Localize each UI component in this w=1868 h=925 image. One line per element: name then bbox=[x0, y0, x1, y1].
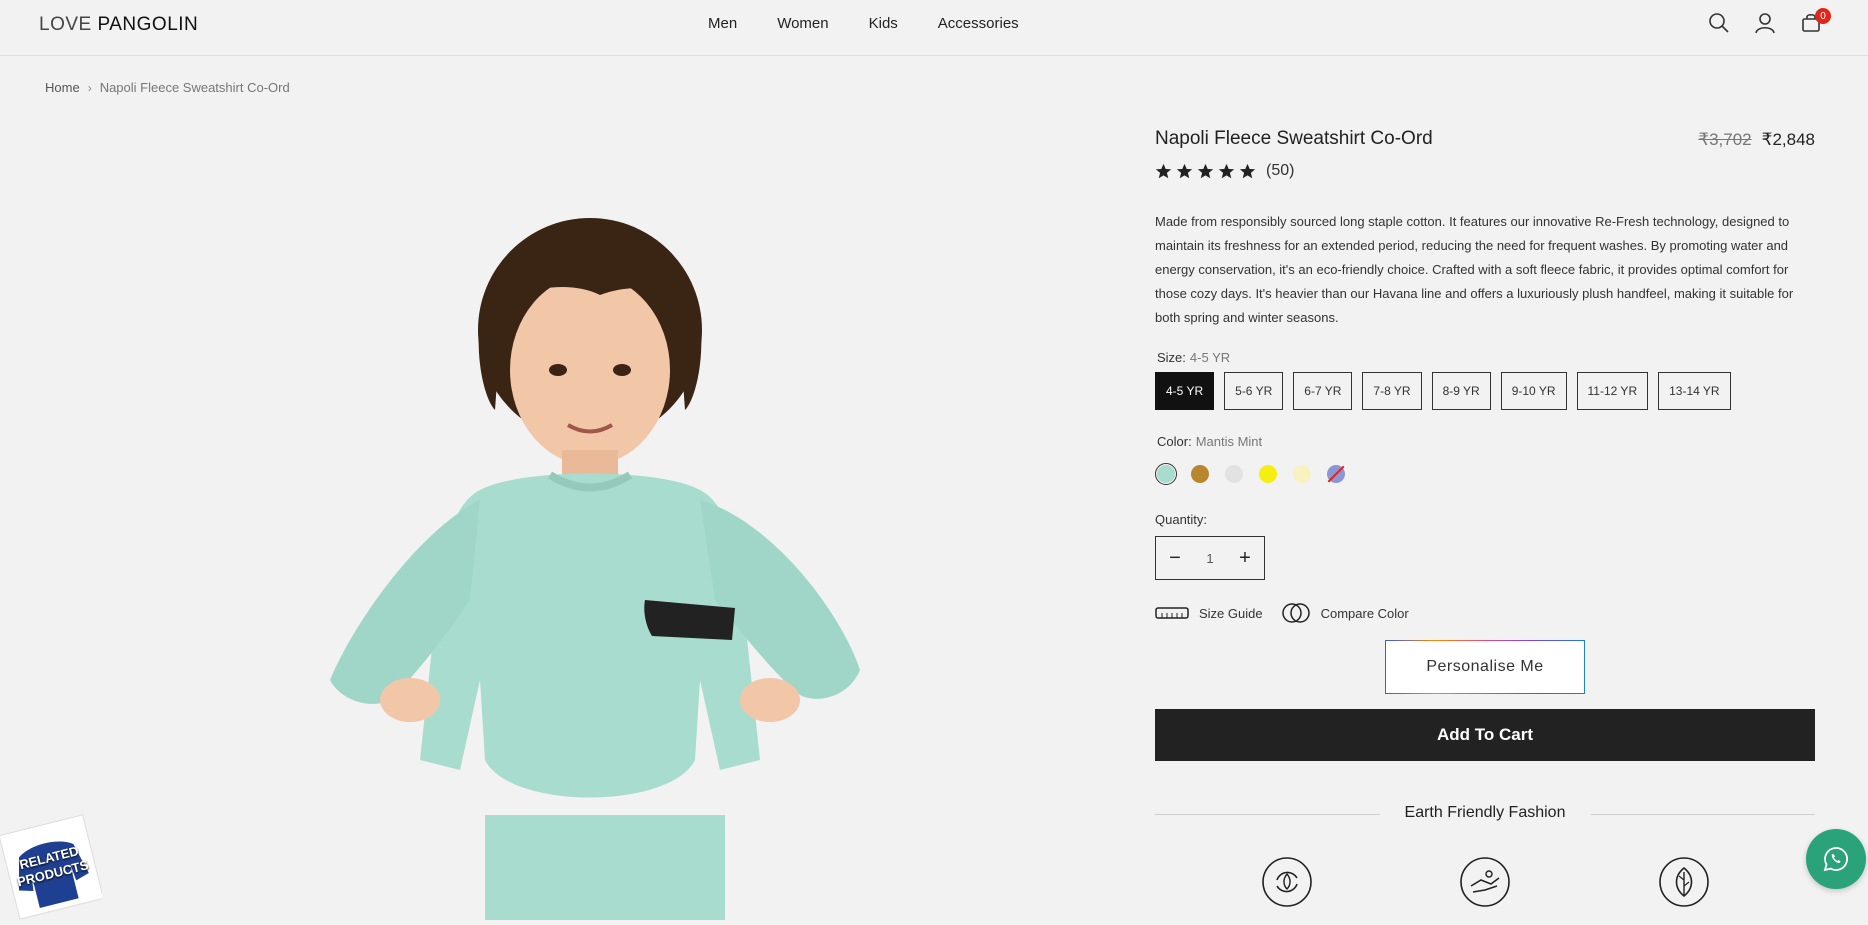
color-options bbox=[1155, 463, 1347, 485]
recycle-leaf-icon bbox=[1261, 856, 1313, 908]
product-rating[interactable]: (50) bbox=[1155, 162, 1294, 180]
compare-color-icon bbox=[1281, 603, 1310, 623]
nav-kids[interactable]: Kids bbox=[869, 15, 898, 32]
size-label-text: Size: bbox=[1157, 350, 1186, 365]
breadcrumb: Home › Napoli Fleece Sweatshirt Co-Ord bbox=[45, 80, 290, 95]
price-block: ₹3,702 ₹2,848 bbox=[1698, 130, 1815, 150]
color-swatch[interactable] bbox=[1291, 463, 1313, 485]
selected-color-value: Mantis Mint bbox=[1195, 434, 1263, 449]
size-option-6-7[interactable]: 6-7 YR bbox=[1293, 372, 1353, 410]
sale-price: ₹2,848 bbox=[1761, 130, 1815, 149]
color-label-text: Color: bbox=[1157, 434, 1192, 449]
size-guide-label: Size Guide bbox=[1199, 605, 1263, 621]
earth-friendly-text: Earth Friendly Fashion bbox=[1386, 804, 1584, 821]
hands-care-icon bbox=[1459, 856, 1511, 908]
color-swatch[interactable] bbox=[1223, 463, 1245, 485]
size-option-13-14[interactable]: 13-14 YR bbox=[1658, 372, 1731, 410]
main-nav: Men Women Kids Accessories bbox=[708, 15, 1019, 32]
nav-women[interactable]: Women bbox=[777, 15, 828, 32]
quantity-value[interactable]: 1 bbox=[1206, 551, 1213, 566]
logo-word-love: LOVE bbox=[39, 14, 92, 35]
search-icon[interactable] bbox=[1708, 12, 1734, 38]
whatsapp-icon bbox=[1823, 847, 1848, 872]
breadcrumb-home[interactable]: Home bbox=[45, 80, 80, 95]
size-options: 4-5 YR 5-6 YR 6-7 YR 7-8 YR 8-9 YR 9-10 … bbox=[1155, 372, 1731, 410]
user-icon[interactable] bbox=[1754, 12, 1780, 38]
color-swatch-mantis-mint[interactable] bbox=[1155, 463, 1177, 485]
size-option-4-5[interactable]: 4-5 YR bbox=[1155, 372, 1215, 410]
color-swatch[interactable] bbox=[1257, 463, 1279, 485]
selected-size-value: 4-5 YR bbox=[1189, 350, 1231, 365]
site-header: LOVE PANGOLIN Men Women Kids Accessories… bbox=[0, 0, 1868, 56]
earth-friendly-divider: Earth Friendly Fashion bbox=[1155, 804, 1815, 824]
whatsapp-chat-button[interactable] bbox=[1806, 829, 1866, 889]
earth-friendly-heading: Earth Friendly Fashion bbox=[1155, 804, 1815, 822]
size-guide-link[interactable]: Size Guide bbox=[1155, 606, 1263, 621]
product-title: Napoli Fleece Sweatshirt Co-Ord bbox=[1155, 128, 1433, 149]
size-option-8-9[interactable]: 8-9 YR bbox=[1431, 372, 1491, 410]
color-swatch[interactable] bbox=[1189, 463, 1211, 485]
size-option-9-10[interactable]: 9-10 YR bbox=[1500, 372, 1567, 410]
breadcrumb-current: Napoli Fleece Sweatshirt Co-Ord bbox=[99, 80, 290, 95]
star-icon bbox=[1197, 163, 1214, 178]
quantity-label: Quantity: bbox=[1155, 512, 1208, 527]
star-icon bbox=[1218, 163, 1235, 178]
star-icon bbox=[1155, 163, 1172, 178]
personalise-button[interactable]: Personalise Me bbox=[1385, 640, 1585, 694]
star-icon bbox=[1176, 163, 1193, 178]
original-price: ₹3,702 bbox=[1698, 130, 1752, 149]
size-option-11-12[interactable]: 11-12 YR bbox=[1576, 372, 1649, 410]
related-products-badge[interactable]: RELATED PRODUCTS bbox=[0, 812, 104, 920]
chevron-right-icon: › bbox=[87, 80, 92, 95]
cart-icon[interactable]: 0 bbox=[1800, 8, 1831, 38]
ruler-icon bbox=[1155, 607, 1189, 619]
color-swatch-unavailable[interactable] bbox=[1325, 463, 1347, 485]
cart-count-badge: 0 bbox=[1815, 8, 1831, 24]
compare-color-label: Compare Color bbox=[1320, 605, 1409, 621]
quantity-stepper: − 1 + bbox=[1155, 536, 1265, 580]
leaf-icon bbox=[1658, 856, 1710, 908]
size-label: Size: 4-5 YR bbox=[1157, 350, 1230, 365]
add-to-cart-button[interactable]: Add To Cart bbox=[1155, 709, 1815, 761]
size-option-5-6[interactable]: 5-6 YR bbox=[1224, 372, 1284, 410]
compare-color-link[interactable]: Compare Color bbox=[1281, 602, 1409, 624]
brand-logo[interactable]: LOVE PANGOLIN bbox=[39, 14, 198, 36]
plus-icon[interactable]: + bbox=[1234, 547, 1256, 570]
size-option-7-8[interactable]: 7-8 YR bbox=[1362, 372, 1422, 410]
logo-word-pangolin: PANGOLIN bbox=[97, 14, 199, 35]
review-count[interactable]: (50) bbox=[1266, 162, 1294, 180]
minus-icon[interactable]: − bbox=[1164, 547, 1186, 570]
helper-links: Size Guide Compare Color bbox=[1155, 602, 1409, 624]
product-description: Made from responsibly sourced long stapl… bbox=[1155, 214, 1794, 325]
product-image[interactable] bbox=[300, 200, 920, 920]
color-label: Color: Mantis Mint bbox=[1157, 434, 1262, 449]
header-actions: 0 bbox=[1708, 8, 1868, 42]
nav-men[interactable]: Men bbox=[708, 15, 737, 32]
nav-accessories[interactable]: Accessories bbox=[938, 15, 1019, 32]
star-icon bbox=[1239, 163, 1256, 178]
